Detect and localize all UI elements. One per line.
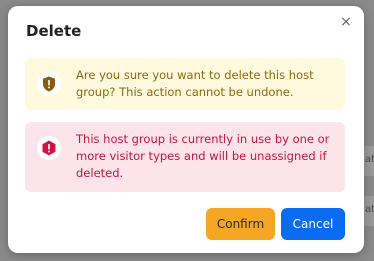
shield-exclamation-icon — [37, 72, 61, 96]
confirm-button[interactable]: Confirm — [206, 208, 275, 240]
cancel-button[interactable]: Cancel — [281, 208, 345, 240]
background-cell-text: at — [365, 154, 374, 165]
warning-message: Are you sure you want to delete this hos… — [76, 68, 314, 99]
warning-alert: Are you sure you want to delete this hos… — [25, 58, 345, 110]
danger-message: This host group is currently in use by o… — [76, 132, 330, 180]
close-button[interactable]: × — [338, 14, 354, 30]
danger-alert: This host group is currently in use by o… — [25, 122, 345, 192]
dialog-title: Delete — [26, 22, 82, 40]
delete-dialog: Delete × Are you sure you want to delete… — [8, 6, 364, 253]
close-icon[interactable]: × — [340, 14, 352, 30]
hexagon-exclamation-icon — [37, 136, 61, 160]
background-cell-text: at — [365, 204, 374, 215]
